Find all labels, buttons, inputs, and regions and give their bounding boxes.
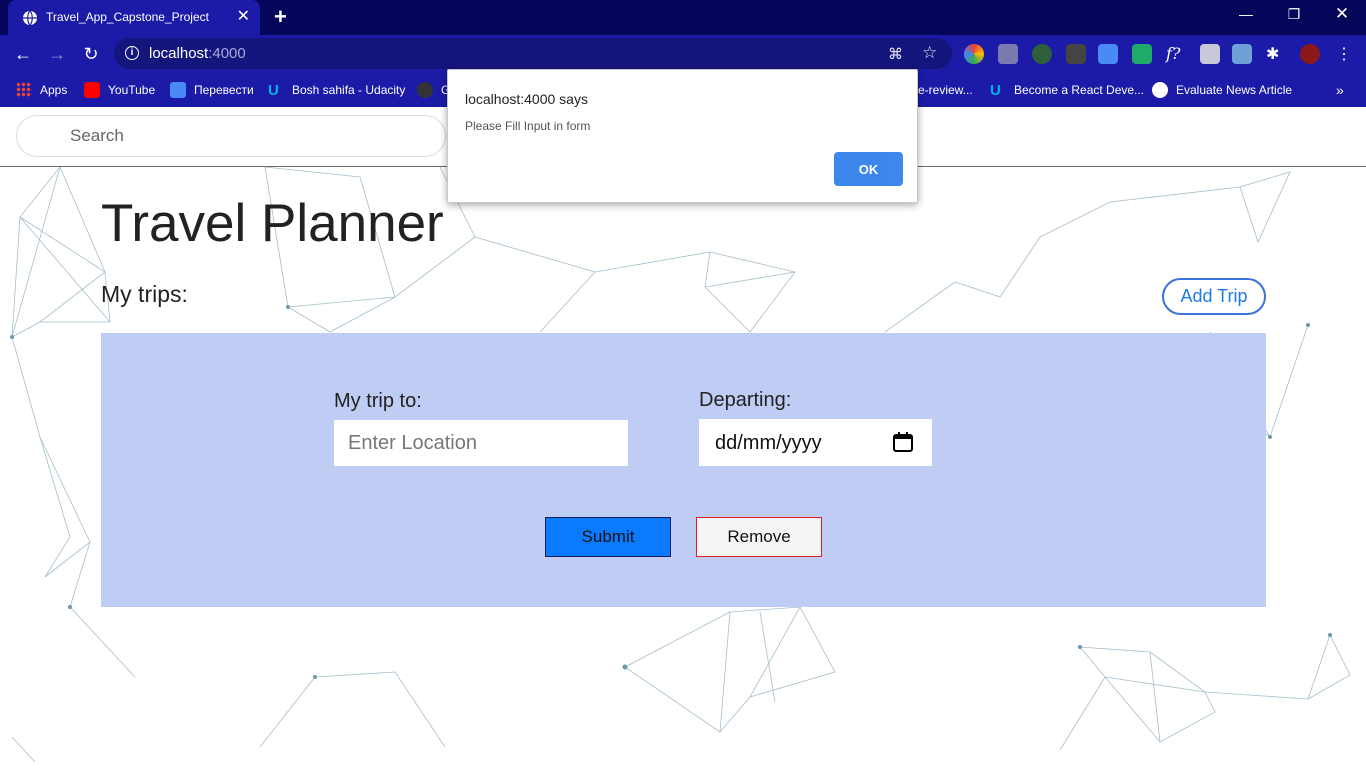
profile-avatar[interactable]	[1300, 44, 1320, 64]
bookmark-review[interactable]: e-review...	[918, 80, 973, 100]
date-placeholder: dd/mm/yyyy	[715, 432, 822, 454]
pen-extension-icon[interactable]	[1066, 44, 1086, 64]
reload-icon[interactable]: ↻	[80, 43, 102, 65]
download-extension-icon[interactable]	[1232, 44, 1252, 64]
new-tab-button[interactable]: +	[274, 5, 287, 29]
dialog-message: Please Fill Input in form	[465, 119, 591, 133]
dialog-title: localhost:4000 says	[465, 91, 588, 107]
bookmark-apps[interactable]: Apps	[16, 80, 67, 100]
bookmark-evaluate-news[interactable]: Evaluate News Article	[1152, 80, 1292, 100]
globe-icon	[1152, 82, 1168, 98]
minimize-window-icon[interactable]: —	[1231, 6, 1261, 22]
restore-window-icon[interactable]: ❐	[1279, 6, 1309, 23]
google-translate-extension-icon[interactable]	[1098, 44, 1118, 64]
page-title: Travel Planner	[101, 194, 444, 253]
browser-menu-icon[interactable]: ⋮	[1334, 44, 1354, 64]
translate-page-icon[interactable]: ⌘	[888, 45, 903, 63]
departure-date-input[interactable]: dd/mm/yyyy	[699, 419, 932, 466]
mail-extension-icon[interactable]	[1132, 44, 1152, 64]
bookmark-github[interactable]: G	[417, 80, 450, 100]
back-arrow-icon[interactable]: ←	[12, 43, 34, 65]
color-picker-extension-icon[interactable]	[964, 44, 984, 64]
search-input[interactable]	[16, 115, 446, 157]
github-icon	[417, 82, 433, 98]
trip-form: My trip to: Departing: dd/mm/yyyy Submit…	[101, 333, 1266, 607]
extensions-puzzle-icon[interactable]: ✱	[1266, 44, 1286, 64]
my-trips-heading: My trips:	[101, 281, 188, 307]
site-info-icon[interactable]: i	[125, 46, 139, 60]
formula-extension-icon[interactable]: f?	[1166, 44, 1186, 64]
remove-button[interactable]: Remove	[696, 517, 822, 557]
more-bookmarks-icon[interactable]: »	[1336, 80, 1344, 100]
bookmark-udacity-home[interactable]: U Bosh sahifa - Udacity	[268, 80, 405, 100]
camera-extension-icon[interactable]	[1200, 44, 1220, 64]
tab-title: Travel_App_Capstone_Project	[46, 10, 209, 24]
address-bar[interactable]: i localhost:4000 ⌘ ☆	[114, 38, 952, 69]
submit-button[interactable]: Submit	[545, 517, 671, 557]
extension-off-icon[interactable]	[998, 44, 1018, 64]
page-viewport: Travel Planner My trips: Add Trip My tri…	[0, 107, 1366, 768]
browser-toolbar: ← → ↻ i localhost:4000 ⌘ ☆ f? ✱ ⋮	[0, 35, 1366, 72]
globe-icon	[23, 10, 37, 26]
bookmark-react-developer[interactable]: U Become a React Deve...	[990, 80, 1144, 100]
close-window-icon[interactable]: ✕	[1327, 4, 1357, 24]
alert-dialog: localhost:4000 says Please Fill Input in…	[447, 69, 918, 203]
add-trip-button[interactable]: Add Trip	[1162, 278, 1266, 315]
browser-tab-strip: Travel_App_Capstone_Project ✕ + — ❐ ✕	[0, 0, 1366, 35]
dialog-ok-button[interactable]: OK	[834, 152, 903, 186]
destination-label: My trip to:	[334, 390, 422, 412]
udacity-icon: U	[990, 82, 1001, 99]
udacity-icon: U	[268, 82, 279, 99]
browser-tab-active[interactable]: Travel_App_Capstone_Project ✕	[8, 0, 260, 35]
destination-input[interactable]	[334, 420, 628, 466]
calendar-icon[interactable]	[892, 431, 914, 453]
youtube-icon	[84, 82, 100, 98]
forward-arrow-icon[interactable]: →	[46, 43, 68, 65]
nodejs-extension-icon[interactable]	[1032, 44, 1052, 64]
departing-label: Departing:	[699, 389, 792, 411]
apps-grid-icon	[16, 82, 32, 98]
url-text: localhost:4000	[149, 45, 246, 62]
bookmark-star-icon[interactable]: ☆	[922, 43, 937, 63]
bookmark-translate[interactable]: Перевести	[170, 80, 254, 100]
close-tab-icon[interactable]: ✕	[237, 7, 250, 27]
bookmark-youtube[interactable]: YouTube	[84, 80, 155, 100]
google-translate-icon	[170, 82, 186, 98]
